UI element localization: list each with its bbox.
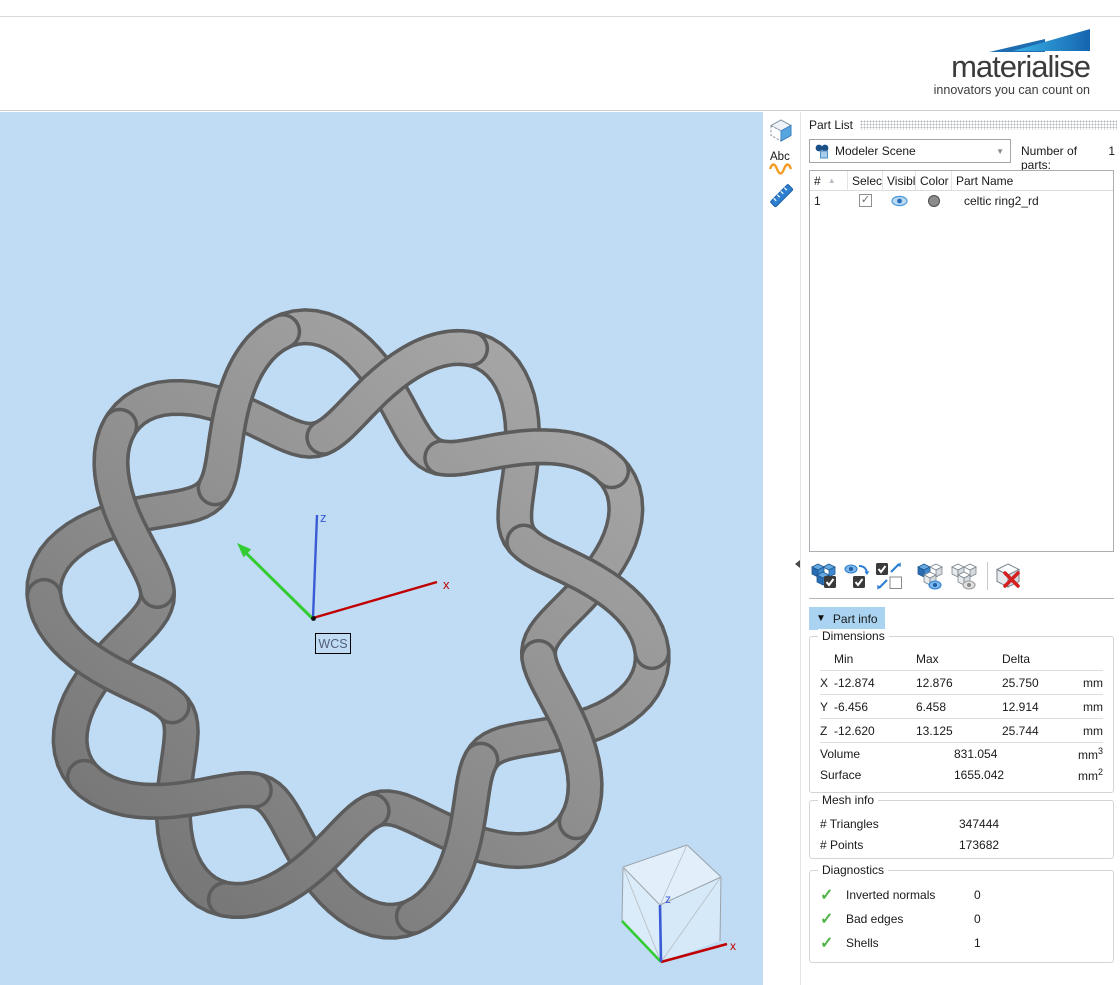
view-cube-icon[interactable] [768, 117, 795, 144]
number-of-parts-value: 1 [1108, 144, 1115, 158]
materialise-logo: materialise innovators you can count on [933, 26, 1091, 97]
mesh-info-title: Mesh info [818, 793, 879, 807]
bad-edges-row: ✓ Bad edges 0 [820, 911, 981, 928]
svg-text:WCS: WCS [318, 637, 347, 651]
scene-canvas[interactable]: xzWCSzx [0, 112, 763, 985]
delete-part-icon[interactable] [995, 562, 1023, 590]
measure-icon[interactable] [768, 182, 795, 209]
part-info-button[interactable]: ▼ Part info [809, 607, 885, 630]
select-checkbox[interactable]: ✓ [859, 194, 872, 207]
nav-cube: zx [621, 844, 736, 964]
hide-selected-icon[interactable] [950, 562, 978, 590]
column-visible[interactable]: Visibl [883, 171, 916, 190]
part-list-panel: Part List Modeler Scene ▼ Number of part… [800, 112, 1120, 985]
select-all-parts-icon[interactable] [810, 562, 838, 590]
surface-row: Surface 1655.042 mm2 [820, 766, 1103, 783]
svg-text:x: x [443, 577, 450, 592]
scene-selector[interactable]: Modeler Scene ▼ [809, 139, 1011, 163]
check-ok-icon: ✓ [820, 935, 834, 952]
eye-icon[interactable] [891, 195, 908, 207]
view-toolstrip: Abc [763, 112, 800, 985]
dimension-row-x: X -12.874 12.876 25.750 mm [820, 671, 1103, 695]
show-selected-icon[interactable] [916, 562, 944, 590]
header-divider [0, 110, 1120, 111]
mesh-info-group: Mesh info # Triangles 347444 # Points 17… [809, 793, 1114, 859]
row-index: 1 [814, 193, 821, 208]
dimension-row-y: Y -6.456 6.458 12.914 mm [820, 695, 1103, 719]
column-select[interactable]: Select [848, 171, 883, 190]
collapse-arrow-icon: ▼ [816, 613, 826, 624]
svg-text:Abc: Abc [770, 151, 790, 163]
check-ok-icon: ✓ [820, 911, 834, 928]
toolbar-separator [987, 562, 988, 590]
titlebar-grip[interactable] [860, 120, 1117, 130]
dimension-row-z: Z -12.620 13.125 25.744 mm [820, 719, 1103, 743]
table-row[interactable]: 1 ✓ celtic ring2_rd [810, 191, 1113, 210]
scene-selector-value: Modeler Scene [835, 144, 916, 158]
logo-tagline: innovators you can count on [933, 83, 1090, 97]
diagnostics-title: Diagnostics [818, 863, 889, 877]
svg-text:z: z [665, 892, 671, 906]
parts-table-header: # ▲ Select Visibl Color Part Name [810, 171, 1113, 191]
svg-text:x: x [730, 939, 736, 953]
column-index[interactable]: # ▲ [810, 171, 848, 190]
parts-table: # ▲ Select Visibl Color Part Name 1 ✓ ce… [809, 170, 1114, 552]
number-of-parts-label: Number of parts: [1021, 144, 1078, 172]
shells-row: ✓ Shells 1 [820, 935, 981, 952]
number-of-parts: Number of parts: 1 [1021, 144, 1115, 172]
top-divider [0, 16, 1120, 17]
inverted-normals-row: ✓ Inverted normals 0 [820, 887, 981, 904]
dimensions-group: Dimensions Min Max Delta X -12.874 12.87… [809, 629, 1114, 793]
part-list-title: Part List [809, 117, 854, 132]
column-part-name[interactable]: Part Name [952, 171, 1113, 190]
check-ok-icon: ✓ [820, 887, 834, 904]
app-window: materialise innovators you can count on … [0, 0, 1120, 985]
logo-wordmark: materialise [951, 49, 1091, 84]
viewport-3d[interactable]: x z WCS z x [0, 112, 763, 985]
sort-asc-icon[interactable]: ▲ [828, 176, 836, 185]
color-swatch[interactable] [928, 194, 940, 207]
celtic-ring-model [25, 308, 671, 940]
dimensions-title: Dimensions [818, 629, 889, 643]
select-visible-icon[interactable] [844, 562, 872, 590]
part-name: celtic ring2_rd [964, 193, 1039, 208]
wcs-axes: x z WCS [237, 510, 450, 654]
svg-text:z: z [320, 510, 327, 525]
scene-icon [815, 144, 829, 159]
column-color[interactable]: Color [916, 171, 952, 190]
volume-row: Volume 831.054 mm3 [820, 745, 1103, 762]
part-toolbar [810, 560, 1023, 592]
points-row: # Points 173682 [820, 837, 1000, 852]
panel-divider [809, 598, 1114, 599]
annotate-icon[interactable]: Abc [768, 149, 795, 176]
triangles-row: # Triangles 347444 [820, 816, 1000, 831]
chevron-down-icon[interactable]: ▼ [990, 147, 1010, 156]
part-list-titlebar[interactable]: Part List [809, 117, 1117, 132]
diagnostics-group: Diagnostics ✓ Inverted normals 0 ✓ Bad e… [809, 863, 1114, 963]
part-info-label: Part info [832, 611, 878, 626]
invert-selection-icon[interactable] [875, 562, 903, 590]
dimensions-header: Min Max Delta [820, 647, 1103, 671]
